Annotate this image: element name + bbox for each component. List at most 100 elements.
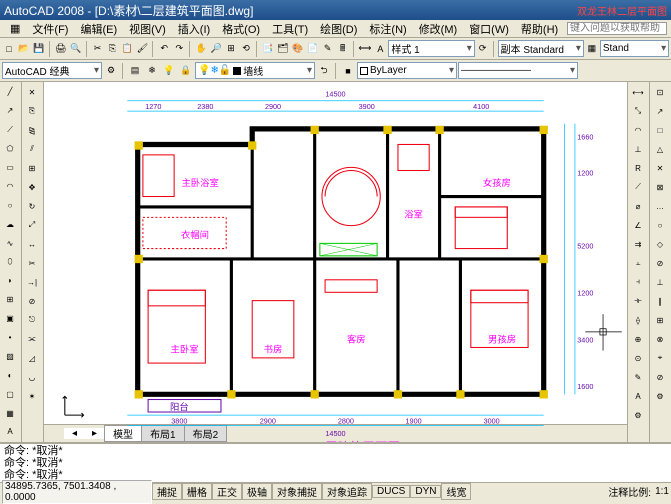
menu-format[interactable]: 格式(O) (216, 21, 266, 37)
mtext-icon[interactable]: A (1, 423, 19, 441)
menu-view[interactable]: 视图(V) (123, 21, 172, 37)
snap-perp-icon[interactable]: ⊥ (651, 273, 669, 291)
snap-appint-icon[interactable]: ⊠ (651, 178, 669, 196)
menu-file[interactable]: 文件(F) (26, 21, 74, 37)
dimangular-icon[interactable]: ∠ (629, 216, 647, 234)
mode-otrack[interactable]: 对象追踪 (322, 483, 372, 500)
rectangle-icon[interactable]: ▭ (1, 159, 19, 177)
join-icon[interactable]: ⫘ (23, 330, 41, 348)
copy-icon[interactable]: ⎘ (106, 41, 120, 57)
point-icon[interactable]: • (1, 329, 19, 347)
gradient-icon[interactable]: ◐ (1, 366, 19, 384)
insert-block-icon[interactable]: ⊞ (1, 291, 19, 309)
table-icon[interactable]: ▦ (585, 41, 599, 57)
menu-modify[interactable]: 修改(M) (413, 21, 464, 37)
move-icon[interactable]: ✥ (23, 178, 41, 196)
osnap-settings-icon[interactable]: ⚙ (651, 387, 669, 405)
mirror-icon[interactable]: ⧎ (23, 121, 41, 139)
snap-end-icon[interactable]: □ (651, 121, 669, 139)
snap-tan-icon[interactable]: ⊘ (651, 254, 669, 272)
mode-ducs[interactable]: DUCS (372, 485, 410, 498)
snap-temp-icon[interactable]: ⊡ (651, 83, 669, 101)
markup-icon[interactable]: ✎ (321, 41, 335, 57)
layer-lock-icon[interactable]: 🔒 (178, 63, 194, 79)
dimspace-icon[interactable]: ⟛ (629, 292, 647, 310)
centermark-icon[interactable]: ⊙ (629, 349, 647, 367)
mode-lwt[interactable]: 线宽 (441, 483, 471, 500)
snap-none-icon[interactable]: ⊘ (651, 368, 669, 386)
preview-icon[interactable]: 🔍 (69, 41, 83, 57)
polygon-icon[interactable]: ⬠ (1, 140, 19, 158)
mode-ortho[interactable]: 正交 (212, 483, 242, 500)
snap-node-icon[interactable]: ⊗ (651, 330, 669, 348)
dimedit-icon[interactable]: ✎ (629, 368, 647, 386)
pan-icon[interactable]: ✋ (194, 41, 208, 57)
mode-snap[interactable]: 捕捉 (152, 483, 182, 500)
extend-icon[interactable]: →| (23, 273, 41, 291)
dim-linear-icon[interactable]: ⟷ (358, 41, 373, 57)
snap-quad-icon[interactable]: ◇ (651, 235, 669, 253)
layer-combo[interactable]: 💡❄🔓 墙线▾ (195, 62, 315, 79)
new-icon[interactable]: □ (2, 41, 16, 57)
offset-icon[interactable]: ⫽ (23, 140, 41, 158)
dimbreak-icon[interactable]: ⟠ (629, 311, 647, 329)
dimarc-icon[interactable]: ◠ (629, 121, 647, 139)
tolerance-icon[interactable]: ⊕ (629, 330, 647, 348)
menu-tools[interactable]: 工具(T) (266, 21, 314, 37)
layer-prev-icon[interactable]: ⮌ (316, 63, 332, 79)
menu-dimension[interactable]: 标注(N) (363, 21, 412, 37)
dimradius-icon[interactable]: R (629, 159, 647, 177)
mode-osnap[interactable]: 对象捕捉 (272, 483, 322, 500)
menu-edit[interactable]: 编辑(E) (74, 21, 123, 37)
make-block-icon[interactable]: ▣ (1, 310, 19, 328)
erase-icon[interactable]: ✕ (23, 83, 41, 101)
workspace-combo[interactable]: AutoCAD 经典▾ (2, 62, 102, 79)
dimdiameter-icon[interactable]: ⌀ (629, 197, 647, 215)
chamfer-icon[interactable]: ◿ (23, 349, 41, 367)
floorplan-canvas[interactable]: 14500 1270 2380 2900 3900 4100 1660 1200… (44, 82, 627, 424)
color-swatch-icon[interactable]: ■ (340, 63, 356, 79)
array-icon[interactable]: ⊞ (23, 159, 41, 177)
design-center-icon[interactable]: 🗂 (276, 41, 290, 57)
explode-icon[interactable]: ✶ (23, 387, 41, 405)
snap-int-icon[interactable]: ✕ (651, 159, 669, 177)
mode-grid[interactable]: 栅格 (182, 483, 212, 500)
dimjogged-icon[interactable]: ⟋ (629, 178, 647, 196)
layer-freeze-icon[interactable]: ❄ (144, 63, 160, 79)
region-icon[interactable]: ▢ (1, 385, 19, 403)
dimcontinue-icon[interactable]: ⫞ (629, 273, 647, 291)
paste-icon[interactable]: 📋 (121, 41, 135, 57)
dim-update-icon[interactable]: ⟳ (476, 41, 490, 57)
copy-obj-icon[interactable]: ⎘ (23, 102, 41, 120)
menu-insert[interactable]: 插入(I) (172, 21, 216, 37)
dimtedit-icon[interactable]: A (629, 387, 647, 405)
snap-near-icon[interactable]: ⌖ (651, 349, 669, 367)
line-icon[interactable]: ╱ (1, 83, 19, 101)
dimstyle-btn-icon[interactable]: ⚙ (629, 406, 647, 424)
xline-icon[interactable]: ↗ (1, 102, 19, 120)
redo-icon[interactable]: ↷ (172, 41, 186, 57)
zoom-icon[interactable]: 🔎 (209, 41, 223, 57)
layer-off-icon[interactable]: 💡 (161, 63, 177, 79)
dim-style-icon[interactable]: A (373, 41, 387, 57)
table-draw-icon[interactable]: ▦ (1, 404, 19, 422)
annotation-scale[interactable]: 1:1 (655, 486, 669, 497)
dimstyle-combo[interactable]: 样式 1▾ (388, 40, 474, 57)
snap-ins-icon[interactable]: ⊞ (651, 311, 669, 329)
textstyle-combo[interactable]: 副本 Standard▾ (498, 40, 584, 57)
qdim-icon[interactable]: ⇉ (629, 235, 647, 253)
zoom-window-icon[interactable]: ⊞ (224, 41, 238, 57)
fillet-icon[interactable]: ◡ (23, 368, 41, 386)
menu-help[interactable]: 帮助(H) (515, 21, 564, 37)
dimaligned-icon[interactable]: ⤡ (629, 102, 647, 120)
arc-icon[interactable]: ◠ (1, 177, 19, 195)
tablestyle-combo[interactable]: Stand▾ (600, 40, 669, 57)
undo-icon[interactable]: ↶ (157, 41, 171, 57)
drawing-area[interactable]: 14500 1270 2380 2900 3900 4100 1660 1200… (44, 82, 627, 442)
linetype-combo[interactable]: ———————▾ (458, 62, 578, 79)
help-search-input[interactable] (567, 22, 667, 35)
snap-ext-icon[interactable]: … (651, 197, 669, 215)
open-icon[interactable]: 📂 (17, 41, 31, 57)
sheet-set-icon[interactable]: 📄 (306, 41, 320, 57)
snap-mid-icon[interactable]: △ (651, 140, 669, 158)
